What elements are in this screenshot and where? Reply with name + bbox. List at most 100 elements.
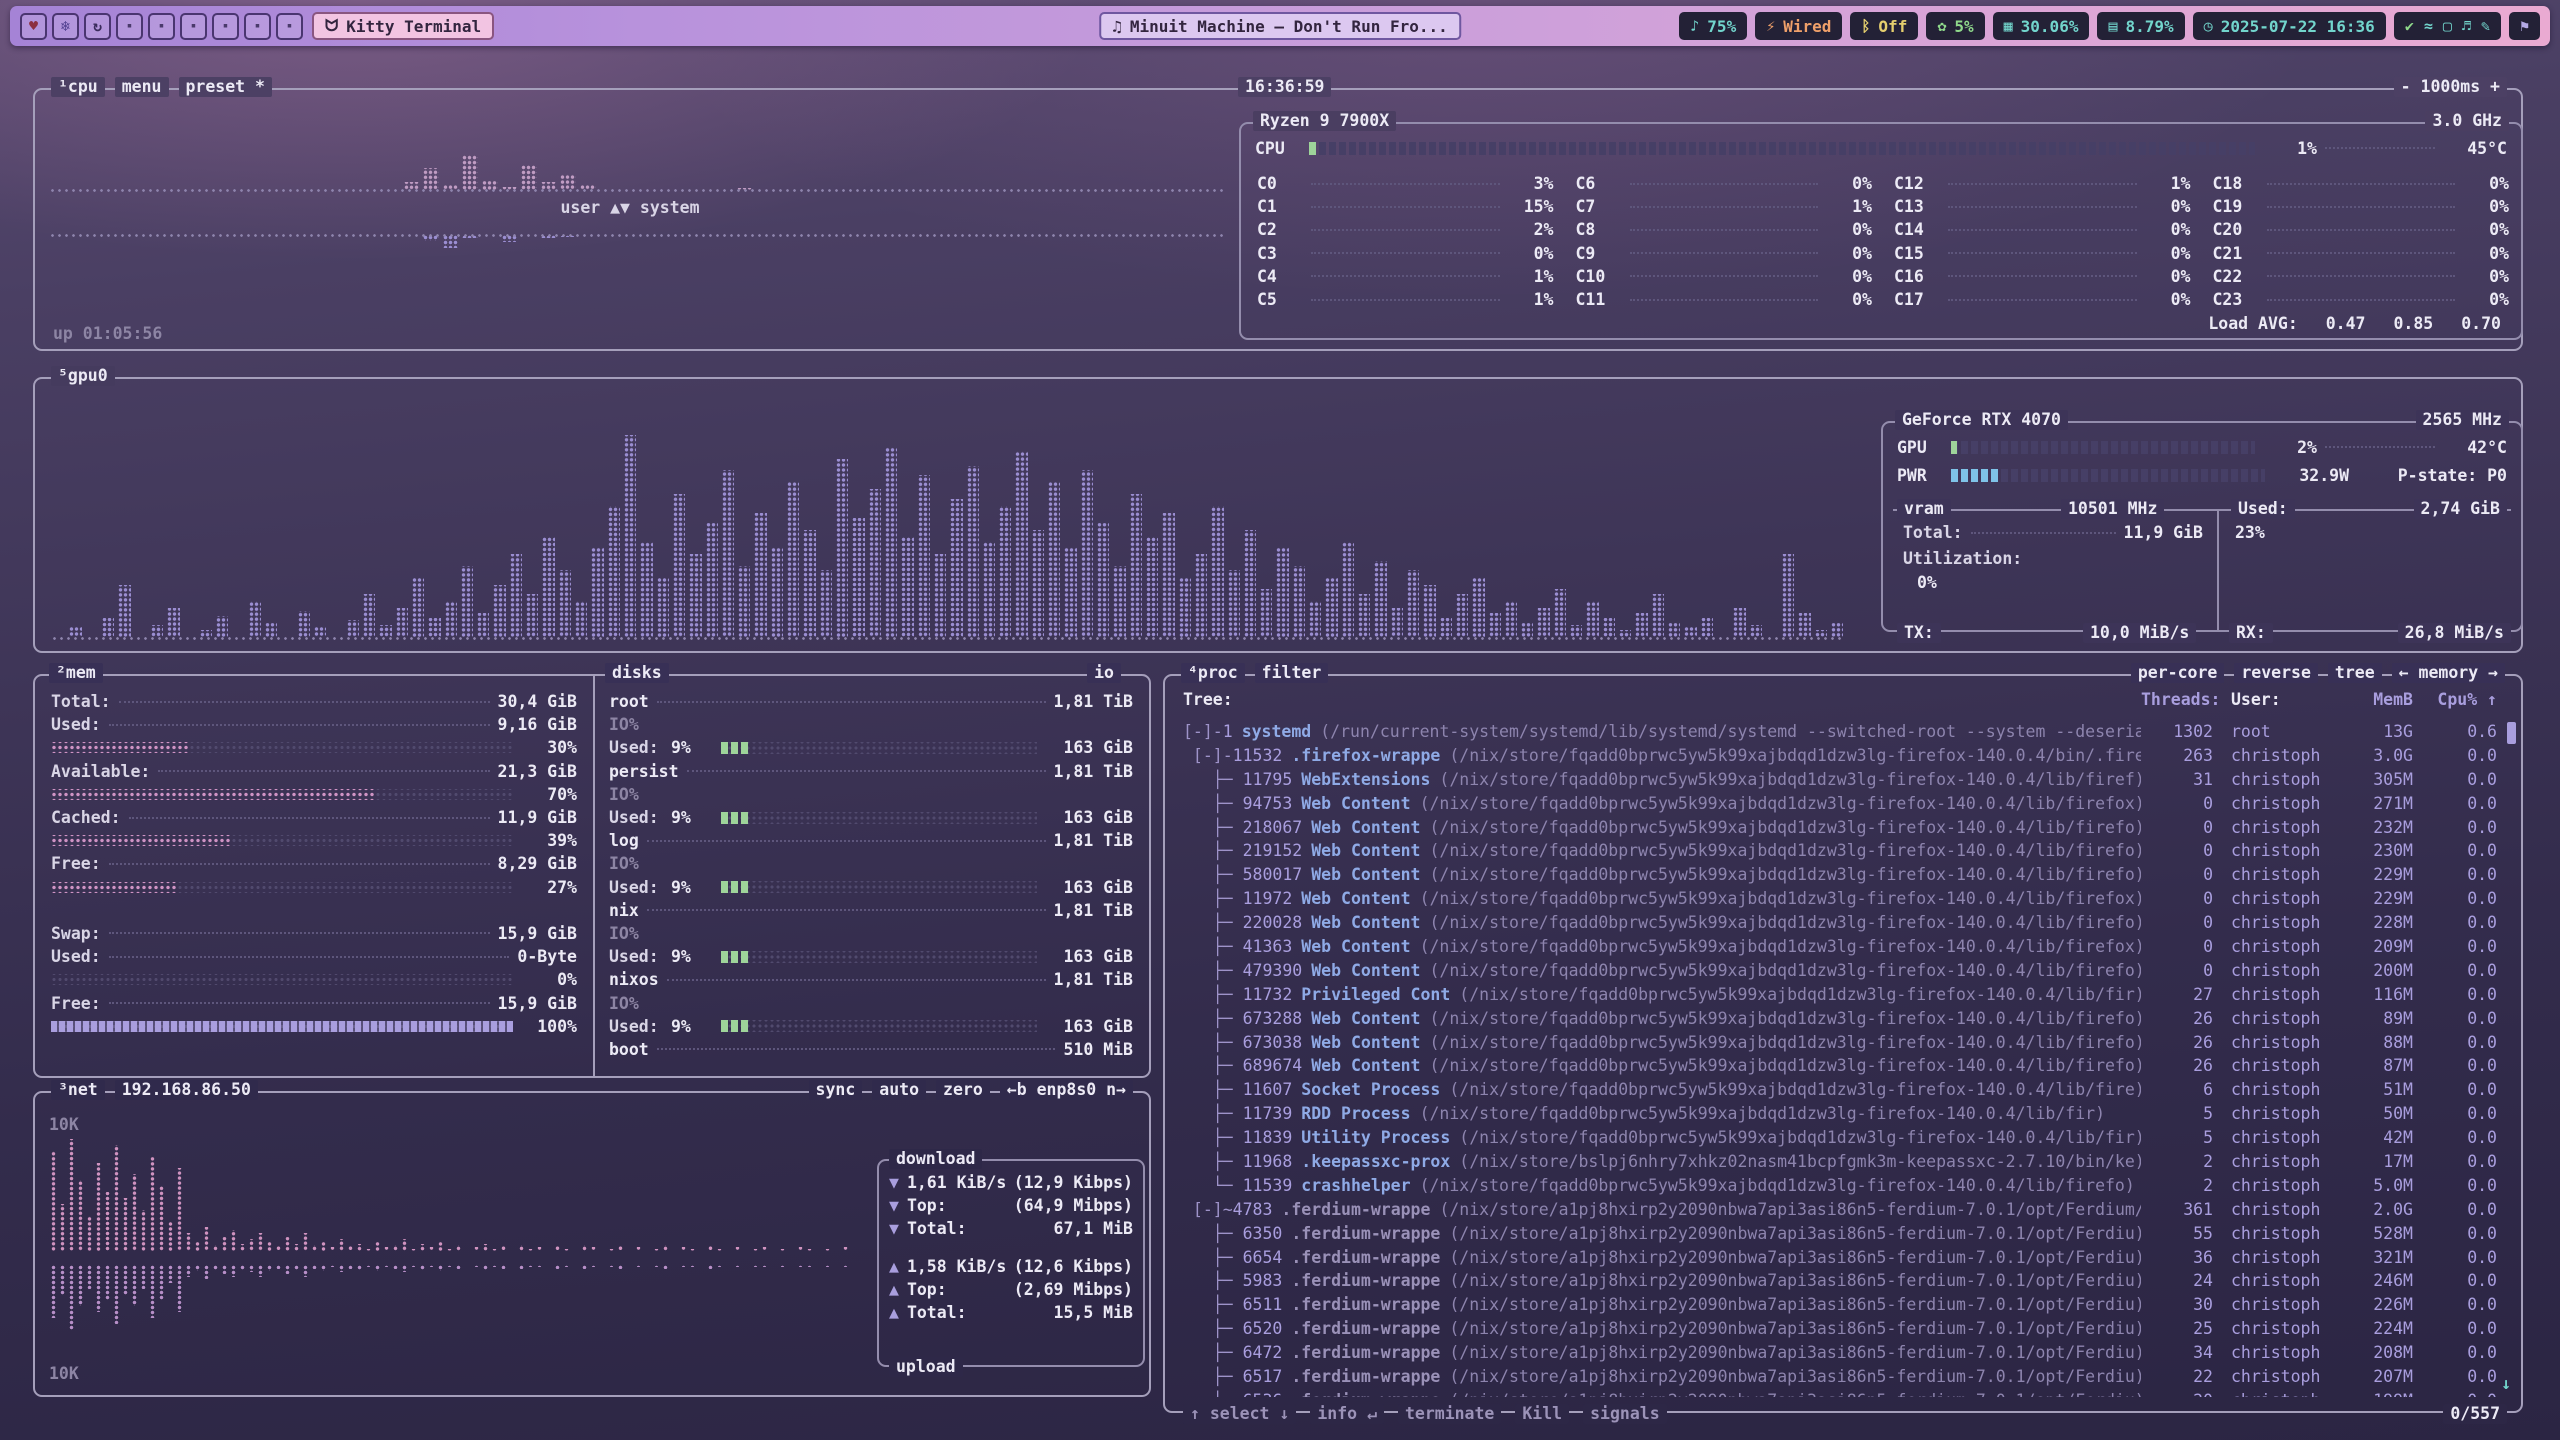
panel-button[interactable]: filter [1255,663,1329,683]
graph-column [150,1157,155,1251]
media-icon[interactable]: ♬ [2462,17,2471,35]
process-row[interactable]: ├─ 11972Web Content(/nix/store/fqadd0bpr… [1183,887,2497,911]
process-row[interactable]: ├─ 479390Web Content(/nix/store/fqadd0bp… [1183,959,2497,983]
panel-button[interactable]: ← memory → [2392,663,2505,683]
process-row[interactable]: ├─ 218067Web Content(/nix/store/fqadd0bp… [1183,816,2497,840]
graph-column [803,530,815,637]
process-name: Utility Process [1301,1128,1450,1147]
update-interval-button[interactable]: - 1000ms + [2394,77,2507,97]
panel-button[interactable]: auto [872,1080,926,1100]
process-row[interactable]: ├─ 11839Utility Process(/nix/store/fqadd… [1183,1126,2497,1150]
process-row[interactable]: ├─ 5983.ferdium-wrappe(/nix/store/a1pj8h… [1183,1269,2497,1293]
workspace-button[interactable]: ▪ [148,13,175,40]
notification-module[interactable]: ⚑ [2509,12,2540,40]
workspace-button[interactable]: ❄ [52,13,79,40]
graph-column [771,547,783,637]
graph-column [501,1265,506,1269]
process-row[interactable]: ├─ 11795WebExtensions(/nix/store/fqadd0b… [1183,768,2497,792]
threads-column-header[interactable]: Threads: [2141,690,2213,709]
workspace-button[interactable]: ▪ [276,13,303,40]
panel-button[interactable]: zero [936,1080,990,1100]
process-row[interactable]: ├─ 673038Web Content(/nix/store/fqadd0bp… [1183,1031,2497,1055]
workspace-button[interactable]: ▪ [212,13,239,40]
process-row[interactable]: [-]~4783.ferdium-wrappe(/nix/store/a1pj8… [1183,1198,2497,1222]
proc-action-button[interactable]: ↑ select ↓ [1183,1404,1296,1424]
process-row[interactable]: [-]-11532.firefox-wrappe(/nix/store/fqad… [1183,744,2497,768]
memory-module[interactable]: ▦ 30.06% [1993,12,2090,40]
workspace-button[interactable]: ▪ [116,13,143,40]
process-row[interactable]: ├─ 6472.ferdium-wrappe(/nix/store/a1pj8h… [1183,1341,2497,1365]
graph-column [690,1249,695,1251]
process-row[interactable]: ├─ 11968.keepassxc-prox(/nix/store/bslpj… [1183,1150,2497,1174]
process-row[interactable]: ├─ 94753Web Content(/nix/store/fqadd0bpr… [1183,792,2497,816]
workspace-button[interactable]: ▪ [244,13,271,40]
process-row[interactable]: ├─ 11732Privileged Cont(/nix/store/fqadd… [1183,983,2497,1007]
proc-action-button[interactable]: terminate [1398,1404,1501,1424]
check-icon[interactable]: ✔ [2405,17,2414,35]
volume-module[interactable]: ♪ 75% [1679,12,1747,40]
scroll-down-indicator[interactable]: ↓ [2501,1374,2511,1393]
memory-column-header[interactable]: MemB [2335,690,2413,709]
panel-button[interactable]: ←b enp8s0 n→ [1000,1080,1133,1100]
network-module[interactable]: ⚡ Wired [1755,12,1842,40]
process-cpu: 0.0 [2413,816,2497,840]
wave-icon[interactable]: ≈ [2424,17,2433,35]
process-row[interactable]: ├─ 6654.ferdium-wrappe(/nix/store/a1pj8h… [1183,1246,2497,1270]
panel-button[interactable]: sync [809,1080,863,1100]
process-row[interactable]: ├─ 6536.ferdium-wrappe(/nix/store/a1pj8h… [1183,1389,2497,1397]
scrollbar-thumb[interactable] [2507,722,2516,744]
process-row[interactable]: ├─ 41363Web Content(/nix/store/fqadd0bpr… [1183,935,2497,959]
process-command: [-]~4783.ferdium-wrappe(/nix/store/a1pj8… [1183,1198,2141,1222]
panel-button[interactable]: per-core [2131,663,2224,683]
proc-action-button[interactable]: signals [1583,1404,1667,1424]
process-name: Web Content [1311,865,1420,884]
tree-branch: ├─ [1183,1104,1243,1123]
music-player-module[interactable]: ♫ Minuit Machine – Don't Run Fro... [1099,12,1461,40]
io-mode-button[interactable]: io [1087,663,1121,683]
bluetooth-module[interactable]: ᛒ Off [1850,12,1918,40]
leader-line [1948,299,2137,301]
panel-button[interactable]: ⁴proc [1181,663,1245,683]
tree-column-header[interactable]: Tree: [1183,690,2141,709]
process-row[interactable]: ├─ 6350.ferdium-wrappe(/nix/store/a1pj8h… [1183,1222,2497,1246]
disks-label[interactable]: disks [605,663,669,683]
window-icon[interactable]: ▢ [2443,17,2452,35]
proc-action-button[interactable]: info ↵ [1310,1404,1384,1424]
disk-module[interactable]: ▤ 8.79% [2097,12,2184,40]
panel-button[interactable]: tree [2328,663,2382,683]
user-column-header[interactable]: User: [2213,690,2335,709]
process-row[interactable]: ├─ 6520.ferdium-wrappe(/nix/store/a1pj8h… [1183,1317,2497,1341]
process-row[interactable]: ├─ 11607Socket Process(/nix/store/fqadd0… [1183,1078,2497,1102]
edit-icon[interactable]: ✎ [2481,17,2490,35]
process-row[interactable]: ├─ 689674Web Content(/nix/store/fqadd0bp… [1183,1054,2497,1078]
process-row[interactable]: ├─ 11739RDD Process(/nix/store/fqadd0bpr… [1183,1102,2497,1126]
net-panel-button[interactable]: ³net [51,1080,105,1100]
clock-module[interactable]: ◷ 2025-07-22 16:36 [2193,12,2386,40]
process-row[interactable]: ├─ 580017Web Content(/nix/store/fqadd0bp… [1183,863,2497,887]
workspace-button[interactable]: ▪ [180,13,207,40]
process-row[interactable]: ├─ 219152Web Content(/nix/store/fqadd0bp… [1183,839,2497,863]
workspace-button[interactable]: ♥ [20,13,47,40]
panel-button[interactable]: ¹cpu [51,77,105,97]
panel-button[interactable]: menu [115,77,169,97]
system-tray[interactable]: ✔ ≈ ▢ ♬ ✎ [2394,12,2501,40]
process-row[interactable]: [-]-1systemd(/run/current-system/systemd… [1183,720,2497,744]
workspace-button[interactable]: ↻ [84,13,111,40]
panel-button[interactable]: ⁵gpu0 [51,366,115,386]
tree-branch: ├─ [1183,1367,1243,1386]
graph-column [483,1265,488,1270]
process-row[interactable]: ├─ 6511.ferdium-wrappe(/nix/store/a1pj8h… [1183,1293,2497,1317]
window-title-module[interactable]: ᗢ Kitty Terminal [312,12,494,40]
graph-column [167,608,179,637]
proc-action-button[interactable]: Kill [1515,1404,1569,1424]
cpu-column-header[interactable]: Cpu% ↑ [2413,690,2497,709]
process-row[interactable]: ├─ 6517.ferdium-wrappe(/nix/store/a1pj8h… [1183,1365,2497,1389]
process-row[interactable]: ├─ 220028Web Content(/nix/store/fqadd0bp… [1183,911,2497,935]
cpu-usage-module[interactable]: ✿ 5% [1926,12,1984,40]
process-row[interactable]: ├─ 673288Web Content(/nix/store/fqadd0bp… [1183,1007,2497,1031]
panel-button[interactable]: preset * [179,77,272,97]
process-row[interactable]: └─ 11539crashhelper(/nix/store/fqadd0bpr… [1183,1174,2497,1198]
mem-panel-button[interactable]: ²mem [49,663,103,683]
disk-used-label: Used: [609,947,671,966]
panel-button[interactable]: reverse [2234,663,2318,683]
